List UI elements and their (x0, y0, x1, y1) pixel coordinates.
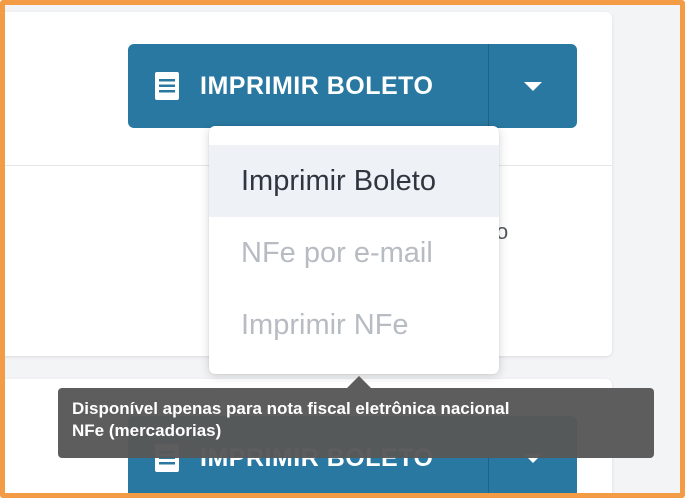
print-boleto-label: IMPRIMIR BOLETO (200, 71, 434, 100)
caret-down-icon (524, 81, 542, 91)
menu-item-imprimir-nfe: Imprimir NFe (241, 308, 409, 341)
print-options-menu: Imprimir Boleto NFe por e-mail Imprimir … (209, 126, 499, 374)
print-boleto-button[interactable]: IMPRIMIR BOLETO (128, 44, 488, 128)
document-icon (155, 72, 179, 100)
menu-item-nfe-por-email: NFe por e-mail (241, 236, 433, 269)
tooltip: Disponível apenas para nota fiscal eletr… (58, 388, 654, 458)
tooltip-line-2: NFe (mercadorias) (72, 421, 222, 440)
screenshot-frame: o IMPRIMIR BOLETO IMPRIMIR BOLETO (0, 0, 685, 498)
tooltip-line-1: Disponível apenas para nota fiscal eletr… (72, 399, 510, 418)
dropdown-toggle-button[interactable] (488, 44, 577, 128)
menu-item-imprimir-boleto[interactable]: Imprimir Boleto (209, 145, 499, 217)
print-boleto-split-button: IMPRIMIR BOLETO (128, 44, 577, 128)
tooltip-arrow (347, 376, 371, 388)
